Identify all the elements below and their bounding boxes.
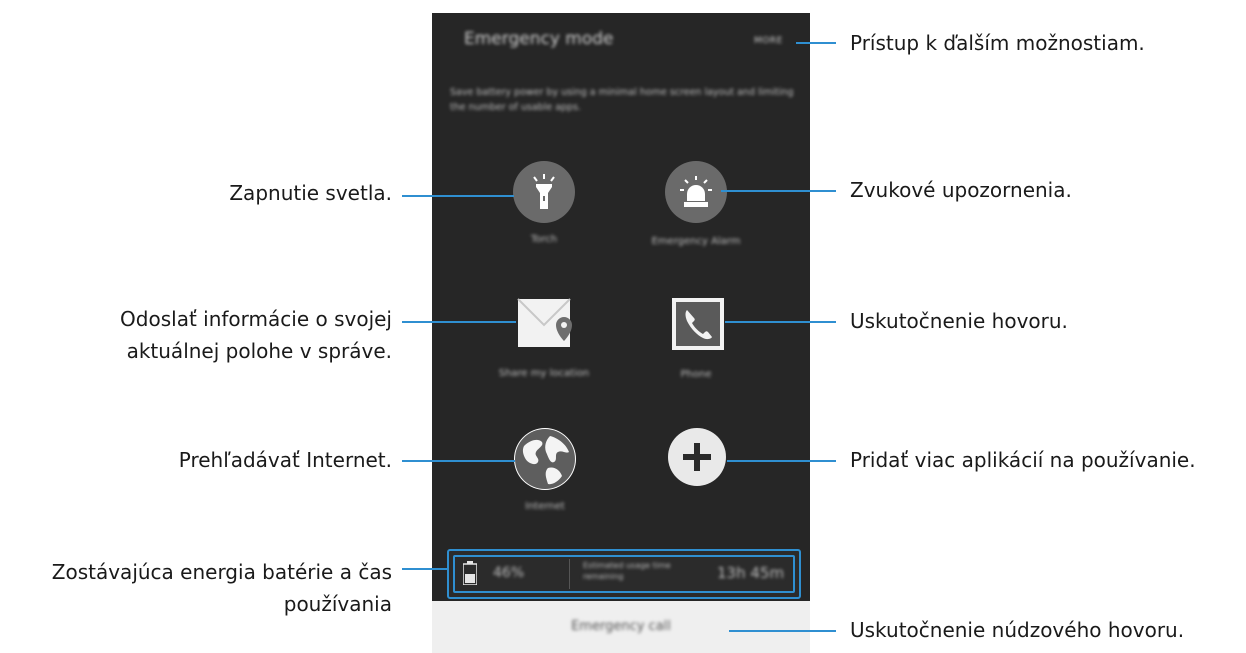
annotation-torch: Zapnutie svetla. xyxy=(229,181,392,205)
leader-line-emergency-call xyxy=(729,630,836,632)
share-location-label: Share my location xyxy=(498,368,590,379)
emergency-call-button[interactable]: Emergency call xyxy=(432,601,810,653)
leader-line-internet xyxy=(402,460,515,462)
leader-line-add xyxy=(727,460,836,462)
more-button[interactable]: MORE xyxy=(754,36,783,46)
annotation-alarm: Zvukové upozornenia. xyxy=(850,178,1072,202)
leader-line-torch xyxy=(402,195,514,197)
share-location-app-button[interactable] xyxy=(516,295,572,351)
internet-app-button[interactable] xyxy=(514,428,576,490)
leader-line-battery xyxy=(402,568,447,570)
annotation-add: Pridať viac aplikácií na používanie. xyxy=(850,448,1196,472)
phone-icon xyxy=(672,298,724,350)
torch-label: Torch xyxy=(530,234,558,245)
annotation-more: Prístup k ďalším možnostiam. xyxy=(850,31,1145,55)
leader-line-phone xyxy=(725,321,836,323)
mode-description: Save battery power by using a minimal ho… xyxy=(450,87,794,113)
annotation-emergency-call: Uskutočnenie núdzového hovoru. xyxy=(850,618,1185,642)
envelope-location-icon xyxy=(517,298,572,347)
battery-divider xyxy=(569,559,570,589)
emergency-mode-screen: Emergency mode MORE Save battery power b… xyxy=(432,13,810,653)
estimated-usage-label: Estimated usage time remaining xyxy=(583,561,671,581)
emergency-alarm-app-button[interactable] xyxy=(665,161,727,223)
add-app-button[interactable] xyxy=(668,428,726,486)
annotation-battery-line2: používania xyxy=(283,592,392,616)
leader-line-share xyxy=(402,321,516,323)
globe-icon xyxy=(515,429,575,489)
annotation-share: Odoslať informácie o svojej aktuálnej po… xyxy=(20,303,392,367)
annotation-share-line2: aktuálnej polohe v správe. xyxy=(126,339,392,363)
emergency-alarm-label: Emergency Alarm xyxy=(651,236,741,247)
torch-app-button[interactable] xyxy=(513,161,575,223)
battery-icon xyxy=(463,561,477,585)
usage-time-remaining: 13h 45m xyxy=(717,564,785,582)
torch-icon xyxy=(533,174,555,209)
siren-icon xyxy=(680,176,712,207)
annotation-internet: Prehľadávať Internet. xyxy=(178,448,392,472)
internet-label: Internet xyxy=(525,501,565,512)
phone-app-button[interactable] xyxy=(672,298,724,350)
annotation-battery: Zostávajúca energia batérie a čas použív… xyxy=(10,556,392,620)
annotation-phone: Uskutočnenie hovoru. xyxy=(850,309,1068,333)
battery-percent: 46% xyxy=(493,565,525,581)
annotation-battery-line1: Zostávajúca energia batérie a čas xyxy=(51,560,392,584)
plus-icon xyxy=(683,443,711,471)
phone-label: Phone xyxy=(680,369,712,380)
screen-title: Emergency mode xyxy=(464,29,614,49)
leader-line-more xyxy=(796,42,836,44)
battery-info-panel: 46% Estimated usage time remaining 13h 4… xyxy=(447,549,801,599)
annotation-share-line1: Odoslať informácie o svojej xyxy=(120,307,392,331)
leader-line-alarm xyxy=(721,190,836,192)
